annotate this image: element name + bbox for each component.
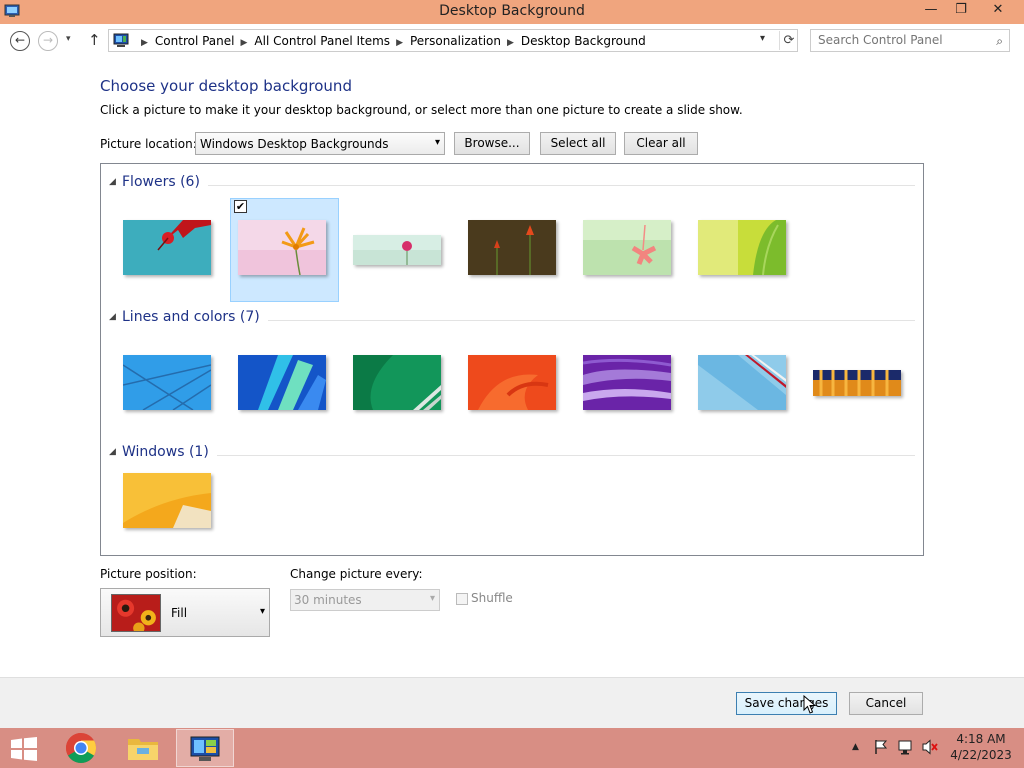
- picture-position-label: Picture position:: [100, 567, 197, 581]
- group-title-flowers: Flowers (6): [122, 174, 200, 190]
- position-preview-image: [111, 594, 161, 632]
- breadcrumb-separator[interactable]: ▶: [135, 38, 155, 48]
- breadcrumb-separator[interactable]: ▶: [390, 38, 410, 48]
- forward-button[interactable]: →: [38, 31, 58, 51]
- breadcrumb-control-panel[interactable]: Control Panel: [155, 34, 235, 48]
- group-header-flowers[interactable]: ◢ Flowers (6): [109, 174, 915, 194]
- back-button[interactable]: ←: [10, 31, 30, 51]
- clear-all-button[interactable]: Clear all: [624, 132, 698, 155]
- change-picture-value: 30 minutes: [294, 593, 362, 607]
- picture-location-select[interactable]: Windows Desktop Backgrounds ▾: [195, 132, 445, 155]
- taskbar-chrome[interactable]: [52, 729, 110, 767]
- picture-gallery[interactable]: ◢ Flowers (6) ✔ ◢ Lines and colors (7) ◢…: [100, 163, 924, 556]
- minimize-button[interactable]: —: [916, 0, 946, 22]
- collapse-icon[interactable]: ◢: [109, 447, 116, 457]
- breadcrumb-all-items[interactable]: All Control Panel Items: [254, 34, 390, 48]
- shuffle-checkbox[interactable]: [456, 593, 468, 605]
- address-bar[interactable]: ▶ Control Panel ▶ All Control Panel Items ▶ P…: [108, 29, 798, 52]
- wallpaper-thumbnail[interactable]: [583, 220, 671, 275]
- collapse-icon[interactable]: ◢: [109, 177, 116, 187]
- taskbar-control-panel[interactable]: [176, 729, 234, 767]
- group-divider: [268, 320, 915, 321]
- breadcrumb-separator[interactable]: ▶: [501, 38, 521, 48]
- page-title: Choose your desktop background: [100, 77, 352, 95]
- page-instructions: Click a picture to make it your desktop …: [100, 103, 743, 117]
- taskbar: ▲ 4:18 AM 4/22/2023: [0, 728, 1024, 768]
- recent-locations-dropdown[interactable]: ▾: [66, 34, 71, 44]
- wallpaper-thumbnail[interactable]: [353, 355, 441, 410]
- chevron-down-icon: ▾: [429, 593, 435, 604]
- navigation-bar: ← → ▾ ↑ ▶ Control Panel ▶ All Control Panel…: [0, 24, 1024, 60]
- search-input[interactable]: [818, 33, 988, 47]
- picture-position-select[interactable]: Fill ▾: [100, 588, 270, 637]
- wallpaper-thumbnail[interactable]: [238, 355, 326, 410]
- wallpaper-thumbnail[interactable]: [698, 355, 786, 410]
- picture-location-value: Windows Desktop Backgrounds: [200, 137, 389, 151]
- search-box[interactable]: ⌕: [810, 29, 1010, 52]
- wallpaper-thumbnail[interactable]: [123, 473, 211, 528]
- taskbar-file-explorer[interactable]: [114, 729, 172, 767]
- address-history-dropdown[interactable]: ▾: [760, 33, 765, 44]
- wallpaper-thumbnail[interactable]: [468, 220, 556, 275]
- breadcrumb-separator[interactable]: ▶: [235, 38, 255, 48]
- up-button[interactable]: ↑: [88, 31, 101, 49]
- group-header-windows[interactable]: ◢ Windows (1): [109, 444, 915, 464]
- change-picture-interval-select[interactable]: 30 minutes ▾: [290, 589, 440, 611]
- breadcrumb-personalization[interactable]: Personalization: [410, 34, 501, 48]
- control-panel-icon: [190, 736, 220, 761]
- title-bar: Desktop Background — ❐ ✕: [0, 0, 1024, 24]
- clock-time: 4:18 AM: [956, 732, 1006, 746]
- group-title-windows: Windows (1): [122, 444, 209, 460]
- network-icon[interactable]: [897, 739, 915, 755]
- picture-position-value: Fill: [171, 606, 188, 620]
- wallpaper-thumbnail[interactable]: [813, 370, 901, 396]
- window-title: Desktop Background: [439, 3, 585, 19]
- breadcrumb: ▶ Control Panel ▶ All Control Panel Items ▶ P…: [135, 34, 646, 48]
- breadcrumb-desktop-background[interactable]: Desktop Background: [521, 34, 646, 48]
- wallpaper-thumbnail[interactable]: [123, 355, 211, 410]
- group-header-lines-and-colors[interactable]: ◢ Lines and colors (7): [109, 309, 915, 329]
- system-clock[interactable]: 4:18 AM 4/22/2023: [948, 731, 1014, 763]
- group-title-lines-and-colors: Lines and colors (7): [122, 309, 260, 325]
- chrome-icon: [65, 733, 97, 764]
- refresh-button[interactable]: ⟳: [779, 31, 798, 50]
- group-divider: [217, 455, 915, 456]
- show-hidden-icons-button[interactable]: ▲: [852, 742, 859, 752]
- wallpaper-thumbnail[interactable]: [583, 355, 671, 410]
- chevron-down-icon: ▾: [434, 137, 440, 148]
- select-all-button[interactable]: Select all: [540, 132, 616, 155]
- change-picture-label: Change picture every:: [290, 567, 423, 581]
- wallpaper-thumbnail[interactable]: [698, 220, 786, 275]
- collapse-icon[interactable]: ◢: [109, 312, 116, 322]
- chevron-down-icon: ▾: [259, 606, 265, 617]
- wallpaper-thumbnail[interactable]: [123, 220, 211, 275]
- folder-icon: [128, 739, 158, 760]
- mouse-cursor-icon: [803, 695, 817, 714]
- picture-location-label: Picture location:: [100, 137, 197, 151]
- close-button[interactable]: ✕: [983, 0, 1013, 22]
- windows-start-icon[interactable]: [10, 737, 38, 761]
- restore-button[interactable]: ❐: [946, 0, 976, 22]
- action-center-flag-icon[interactable]: [873, 739, 889, 755]
- thumbnail-checkbox[interactable]: ✔: [234, 200, 247, 213]
- group-divider: [208, 185, 915, 186]
- volume-muted-icon[interactable]: [921, 739, 939, 755]
- search-icon[interactable]: ⌕: [996, 34, 1003, 49]
- control-panel-icon: [113, 33, 129, 47]
- clock-date: 4/22/2023: [950, 748, 1012, 762]
- wallpaper-thumbnail[interactable]: [238, 220, 326, 275]
- shuffle-label: Shuffle: [471, 591, 513, 605]
- save-changes-button[interactable]: Save changes: [736, 692, 837, 715]
- browse-button[interactable]: Browse...: [454, 132, 530, 155]
- cancel-button[interactable]: Cancel: [849, 692, 923, 715]
- wallpaper-thumbnail[interactable]: [468, 355, 556, 410]
- wallpaper-thumbnail[interactable]: [353, 235, 441, 265]
